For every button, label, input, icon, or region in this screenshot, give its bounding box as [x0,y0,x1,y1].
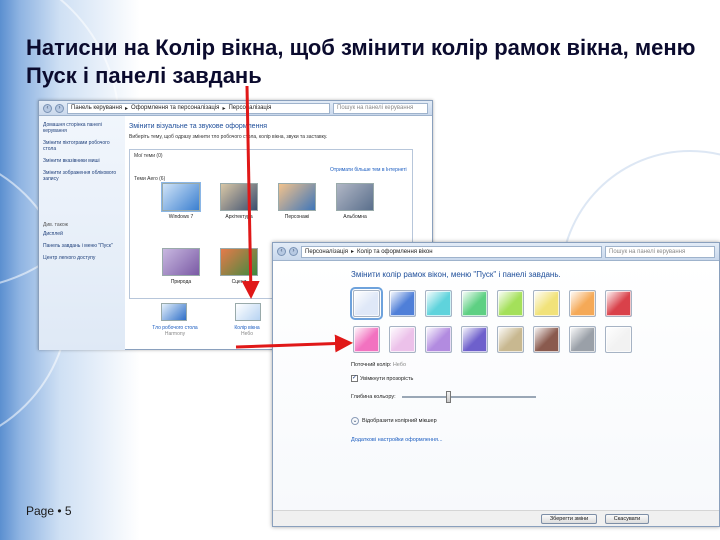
page-number: Page • 5 [26,504,72,518]
arrow-to-window-color [241,85,260,299]
slide: Натисни на Колір вікна, щоб змінити колі… [0,0,720,540]
arrow-to-pink-swatch [235,334,353,353]
instruction-arrows [235,85,353,353]
